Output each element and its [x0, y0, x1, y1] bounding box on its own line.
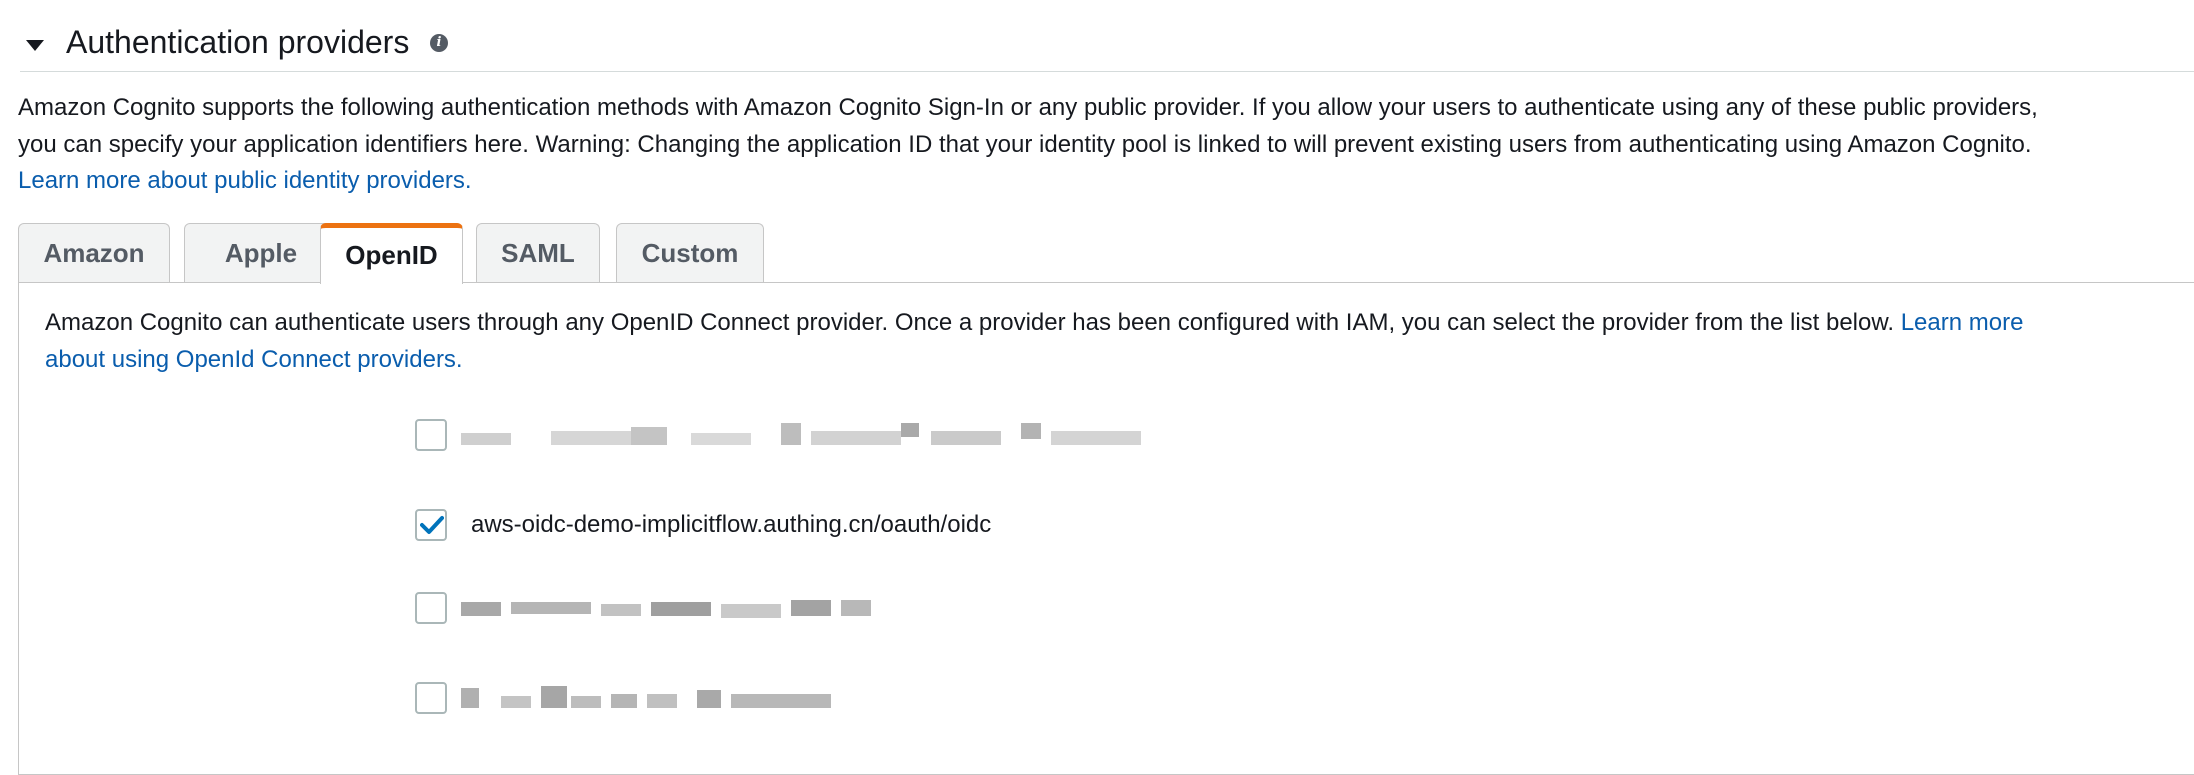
redacted-label — [461, 596, 901, 620]
tab-amazon[interactable]: Amazon — [18, 223, 170, 282]
provider-row[interactable] — [415, 678, 1315, 718]
panel-description: Amazon Cognito can authenticate users th… — [45, 305, 2194, 378]
provider-checkbox[interactable] — [415, 419, 447, 451]
tab-openid[interactable]: OpenID — [320, 223, 463, 284]
openid-panel: Amazon Cognito can authenticate users th… — [18, 282, 2194, 775]
redacted-label — [461, 686, 901, 710]
tab-custom[interactable]: Custom — [616, 223, 764, 282]
redacted-label — [461, 423, 1141, 447]
tab-saml[interactable]: SAML — [476, 223, 600, 282]
section-header[interactable]: Authentication providers i — [20, 18, 2194, 72]
caret-down-icon[interactable] — [26, 40, 44, 51]
provider-checkbox-checked[interactable] — [415, 509, 447, 541]
tab-apple[interactable]: Apple — [184, 223, 338, 282]
openid-learn-more-link-1[interactable]: Learn more — [1901, 309, 2024, 336]
provider-checkbox[interactable] — [415, 592, 447, 624]
openid-learn-more-link-2[interactable]: about using OpenId Connect providers. — [45, 346, 463, 373]
checkmark-icon — [420, 516, 444, 534]
info-icon[interactable]: i — [430, 34, 448, 52]
provider-checkbox[interactable] — [415, 682, 447, 714]
provider-row[interactable] — [415, 588, 1315, 628]
section-title: Authentication providers — [66, 24, 410, 60]
intro-line-2: you can specify your application identif… — [18, 130, 2032, 158]
provider-row[interactable]: aws-oidc-demo-implicitflow.authing.cn/oa… — [415, 505, 1315, 545]
panel-desc-text: Amazon Cognito can authenticate users th… — [45, 309, 1895, 336]
intro-line-1: Amazon Cognito supports the following au… — [18, 94, 2038, 121]
intro-text: Amazon Cognito supports the following au… — [18, 90, 2188, 200]
public-providers-link[interactable]: Learn more about public identity provide… — [18, 167, 472, 194]
provider-label: aws-oidc-demo-implicitflow.authing.cn/oa… — [471, 511, 992, 538]
provider-row[interactable] — [415, 415, 1315, 455]
